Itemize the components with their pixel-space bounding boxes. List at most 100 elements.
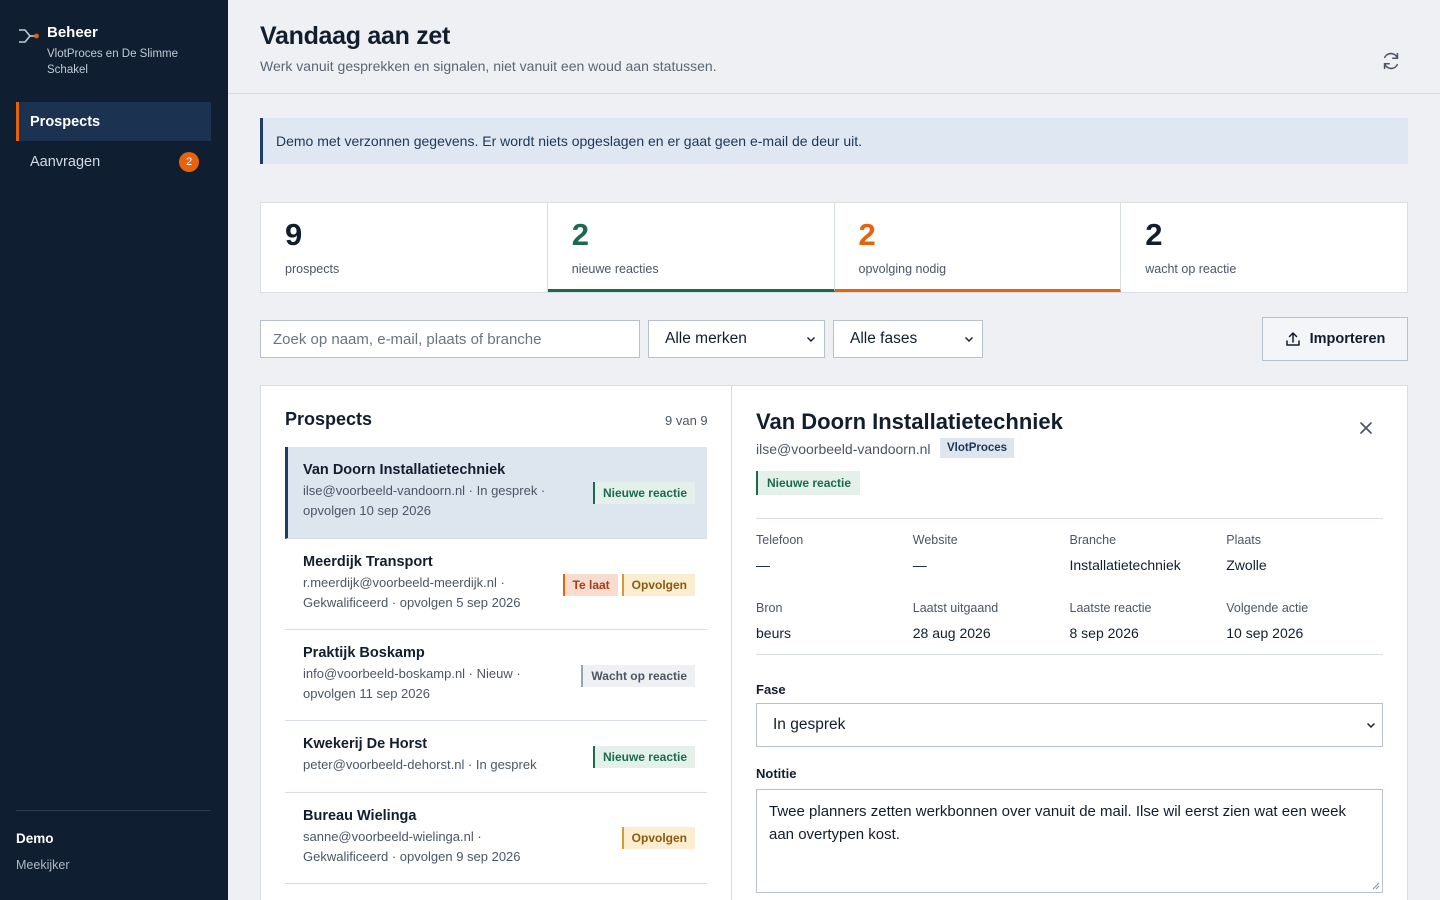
prospect-meta: peter@voorbeeld-dehorst.nl · In gesprek: [303, 757, 537, 772]
select-value: In gesprek: [773, 716, 846, 733]
info-value: —: [912, 557, 927, 573]
phase-select[interactable]: In gesprek: [756, 703, 1383, 747]
info-label: Telefoon: [756, 533, 804, 547]
sidebar-nav: Prospects Aanvragen 2: [16, 102, 211, 182]
chevron-down-icon: [1367, 723, 1375, 728]
import-label: Importeren: [1309, 331, 1386, 347]
info-label: Website: [912, 533, 958, 547]
detail-title: Van Doorn Installatietechniek: [756, 409, 1063, 434]
list-title: Prospects: [285, 409, 373, 429]
info-value: 28 aug 2026: [912, 625, 991, 641]
prospect-meta: ilse@voorbeeld-vandoorn.nl · In gesprek …: [303, 483, 546, 518]
prospect-name: Meerdijk Transport: [303, 554, 433, 570]
notification-badge: 2: [179, 151, 199, 172]
import-button[interactable]: Importeren: [1262, 317, 1408, 361]
chevron-down-icon: [807, 337, 815, 342]
list-count: 9 van 9: [665, 413, 708, 428]
prospect-name: Van Doorn Installatietechniek: [303, 462, 506, 478]
info-value: 8 sep 2026: [1069, 625, 1139, 641]
list-item[interactable]: Praktijk Boskamp info@voorbeeld-boskamp.…: [285, 630, 707, 721]
stat-label: opvolging nodig: [858, 262, 947, 276]
stats-bar: 9 prospects 2 nieuwe reacties 2 opvolgin…: [260, 202, 1408, 293]
brand-title: Beheer: [47, 24, 98, 41]
stat-prospects[interactable]: 9 prospects: [261, 203, 548, 292]
page-subtitle: Werk vanuit gesprekken en signalen, niet…: [260, 58, 717, 74]
sidebar-item-label: Prospects: [30, 113, 101, 130]
user-role: Meekijker: [16, 858, 70, 872]
prospect-list: Prospects 9 van 9 Van Doorn Installatiet…: [261, 386, 732, 900]
user-name: Demo: [16, 831, 54, 846]
info-value: —: [756, 557, 770, 573]
select-value: Alle merken: [665, 330, 747, 347]
info-label: Plaats: [1226, 533, 1261, 547]
status-badge: Wacht op reactie: [581, 665, 695, 687]
status-badge: Nieuwe reactie: [592, 746, 695, 768]
detail-email: ilse@voorbeeld-vandoorn.nl: [756, 441, 931, 457]
stat-value: 2: [858, 217, 876, 252]
stat-label: nieuwe reacties: [571, 262, 659, 276]
detail-info-row: Bron beurs Laatst uitgaand 28 aug 2026 Laa…: [756, 601, 1383, 641]
divider: [756, 654, 1383, 655]
note-text: Twee planners zetten werkbonnen over van…: [769, 803, 1346, 843]
resize-grip-icon[interactable]: [1372, 882, 1380, 890]
page-title: Vandaag aan zet: [260, 22, 451, 50]
page-header: Vandaag aan zet Werk vanuit gesprekken e…: [228, 0, 1440, 94]
sidebar-item-label: Aanvragen: [30, 153, 101, 170]
chevron-down-icon: [965, 337, 973, 342]
info-value: beurs: [756, 625, 792, 641]
brand-badge: VlotProces: [940, 438, 1015, 458]
stat-value: 2: [571, 217, 589, 252]
status-badge: Te laat: [562, 574, 618, 596]
brand-filter-select[interactable]: Alle merken: [648, 320, 825, 358]
user-info: Demo Meekijker: [16, 810, 211, 872]
list-item[interactable]: Van Doorn Installatietechniek ilse@voorb…: [285, 447, 707, 539]
detail-info-row: Telefoon — Website — Branche Installatietec…: [756, 533, 1383, 573]
stat-value: 2: [1145, 217, 1163, 252]
prospect-meta: r.meerdijk@voorbeeld-meerdijk.nl · Gekwa…: [303, 575, 521, 610]
brand: Beheer VlotProces en De Slimme Schakel: [18, 24, 197, 78]
stat-follow-up[interactable]: 2 opvolging nodig: [834, 203, 1122, 292]
list-item[interactable]: Kwekerij De Horst peter@voorbeeld-dehors…: [285, 721, 707, 793]
sidebar-item-aanvragen[interactable]: Aanvragen 2: [16, 142, 211, 181]
prospects-panel: Prospects 9 van 9 Van Doorn Installatiet…: [260, 385, 1408, 900]
list-item[interactable]: Meerdijk Transport r.meerdijk@voorbeeld-…: [285, 539, 707, 630]
close-icon[interactable]: [1358, 420, 1374, 436]
sidebar-item-prospects[interactable]: Prospects: [16, 102, 211, 141]
info-label: Volgende actie: [1226, 601, 1309, 615]
demo-notice: Demo met verzonnen gegevens. Er wordt ni…: [260, 118, 1408, 164]
info-label: Laatste reactie: [1069, 601, 1152, 615]
stat-new-replies[interactable]: 2 nieuwe reacties: [547, 203, 835, 292]
info-label: Laatst uitgaand: [912, 601, 999, 615]
stat-awaiting-reply[interactable]: 2 wacht op reactie: [1121, 203, 1407, 292]
divider: [756, 518, 1383, 519]
list-item[interactable]: Bureau Wielinga sanne@voorbeeld-wielinga…: [285, 793, 707, 884]
info-label: Bron: [756, 601, 783, 615]
note-label: Notitie: [756, 766, 797, 781]
prospect-meta: info@voorbeeld-boskamp.nl · Nieuw · opvo…: [303, 666, 521, 701]
phase-filter-select[interactable]: Alle fases: [833, 320, 983, 358]
search-input[interactable]: [260, 320, 640, 358]
sidebar: Beheer VlotProces en De Slimme Schakel P…: [0, 0, 228, 900]
stat-label: wacht op reactie: [1145, 262, 1237, 276]
status-badge: Nieuwe reactie: [756, 471, 861, 495]
refresh-icon[interactable]: [1380, 50, 1402, 72]
info-value: 10 sep 2026: [1226, 625, 1304, 641]
brand-subtitle: VlotProces en De Slimme Schakel: [47, 48, 179, 76]
info-value: Installatietechniek: [1069, 557, 1181, 573]
upload-icon: [1285, 332, 1300, 346]
status-badge: Opvolgen: [621, 827, 695, 849]
select-value: Alle fases: [850, 330, 918, 347]
prospect-name: Praktijk Boskamp: [303, 645, 425, 661]
status-badge: Opvolgen: [621, 574, 695, 596]
switch-logo-icon: [19, 29, 39, 43]
prospect-meta: sanne@voorbeeld-wielinga.nl · Gekwalific…: [303, 829, 521, 864]
main-content: Vandaag aan zet Werk vanuit gesprekken e…: [228, 0, 1440, 900]
stat-label: prospects: [285, 262, 340, 276]
info-value: Zwolle: [1226, 557, 1267, 573]
stat-value: 9: [285, 217, 303, 252]
info-label: Branche: [1069, 533, 1117, 547]
prospect-name: Bureau Wielinga: [303, 808, 417, 824]
note-textarea[interactable]: Twee planners zetten werkbonnen over van…: [756, 789, 1383, 893]
phase-label: Fase: [756, 682, 786, 697]
status-badge: Nieuwe reactie: [592, 482, 695, 504]
